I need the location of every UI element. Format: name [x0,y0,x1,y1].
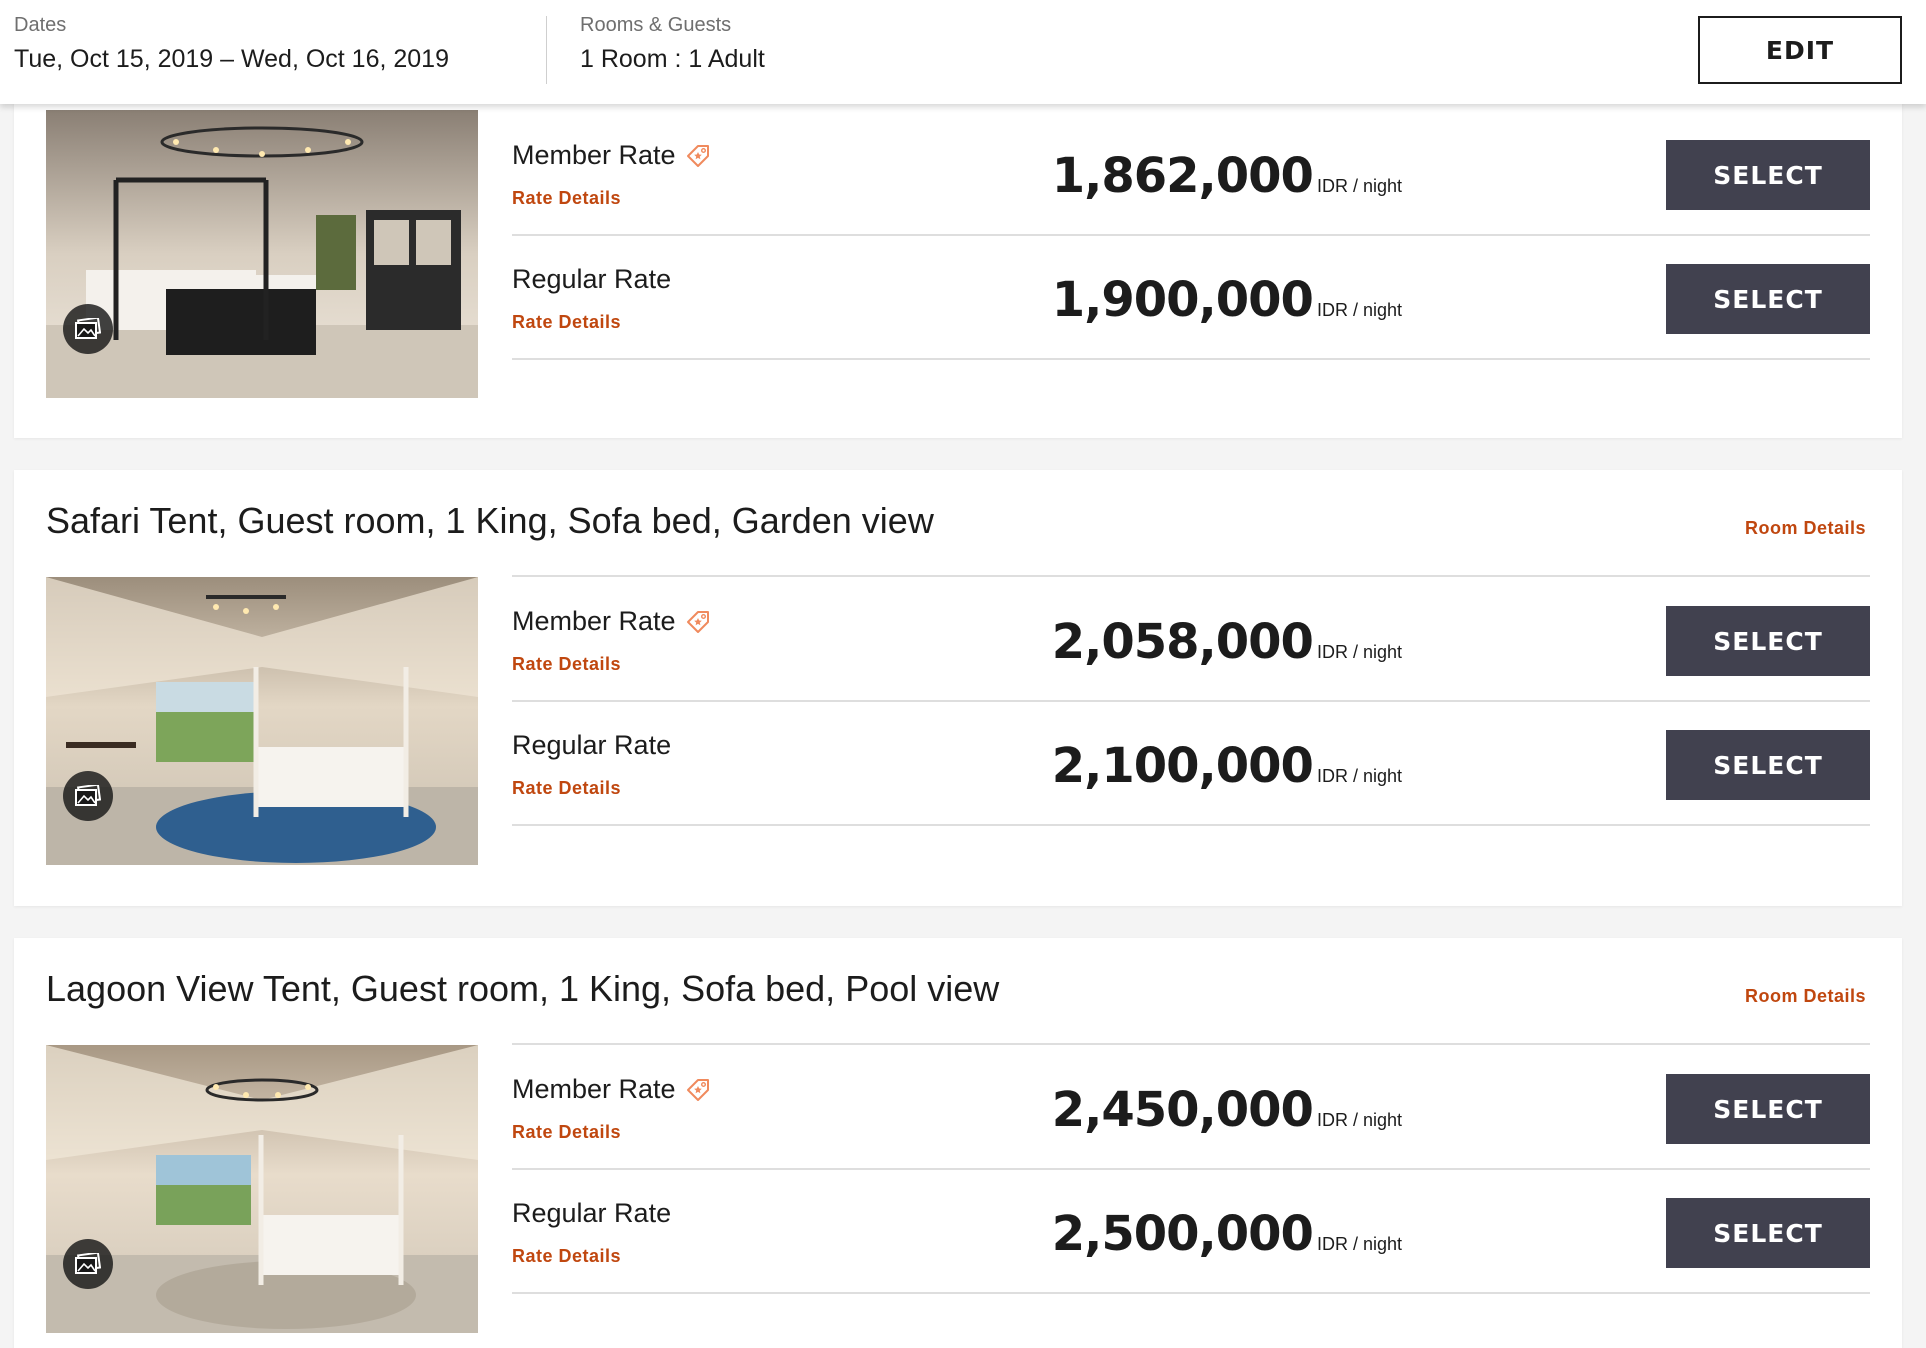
room-photo[interactable] [46,577,478,865]
photo-gallery-button[interactable] [63,771,113,821]
rooms-guests-field: Rooms & Guests 1 Room : 1 Adult [580,14,765,74]
rate-row-member: Member Rate Rate Details 1,862,000 IDR /… [512,112,1870,236]
price-unit: IDR / night [1316,1234,1402,1254]
room-photo-image [46,1045,478,1333]
price-amount: 2,100,000 [1051,738,1314,794]
rate-details-link[interactable]: Rate Details [512,188,621,209]
rate-details-link[interactable]: Rate Details [512,778,621,799]
rate-details-link[interactable]: Rate Details [512,1246,621,1267]
room-card: Safari Tent, Guest room, 1 King, Sofa be… [14,470,1902,906]
room-photo[interactable] [46,110,478,398]
price-amount: 2,500,000 [1051,1206,1314,1262]
price: 1,900,000 IDR / night [1052,272,1402,328]
gallery-icon [75,318,101,339]
price-unit: IDR / night [1316,300,1402,320]
gallery-icon [75,1253,101,1274]
rate-name-text: Regular Rate [512,730,672,760]
price-unit: IDR / night [1316,176,1402,196]
rate-details-link[interactable]: Rate Details [512,1122,621,1143]
price: 1,862,000 IDR / night [1052,148,1402,204]
search-summary-bar: Dates Tue, Oct 15, 2019 – Wed, Oct 16, 2… [0,0,1926,104]
member-tag-icon [686,1078,709,1101]
price-amount: 1,862,000 [1051,148,1314,204]
rate-name: Member Rate [512,606,712,637]
dates-label: Dates [14,14,67,36]
price: 2,500,000 IDR / night [1052,1206,1402,1262]
member-tag-icon [686,144,709,167]
select-button[interactable]: SELECT [1666,140,1870,210]
gallery-icon [75,785,101,806]
rate-row-regular: Regular Rate Rate Details 2,100,000 IDR … [512,702,1870,826]
rate-name: Member Rate [512,140,712,171]
select-button[interactable]: SELECT [1666,1198,1870,1268]
rate-name-text: Member Rate [512,1074,676,1104]
rate-name-text: Member Rate [512,140,676,170]
rate-row-regular: Regular Rate Rate Details 2,500,000 IDR … [512,1170,1870,1294]
rate-row-regular: Regular Rate Rate Details 1,900,000 IDR … [512,236,1870,360]
price-amount: 2,058,000 [1051,614,1314,670]
divider [546,16,547,84]
room-title: Lagoon View Tent, Guest room, 1 King, So… [46,968,1000,1009]
price-unit: IDR / night [1316,1110,1402,1130]
rate-name: Regular Rate [512,264,671,295]
dates-field: Dates Tue, Oct 15, 2019 – Wed, Oct 16, 2… [14,14,449,74]
rooms-guests-value: 1 Room : 1 Adult [580,45,765,73]
edit-button[interactable]: EDIT [1698,16,1902,84]
price-amount: 2,450,000 [1051,1082,1314,1138]
divider [512,1043,1870,1045]
room-details-link[interactable]: Room Details [1745,518,1866,539]
room-card: Lagoon View Tent, Guest room, 1 King, So… [14,938,1902,1348]
select-button[interactable]: SELECT [1666,1074,1870,1144]
room-photo-image [46,577,478,865]
room-photo[interactable] [46,1045,478,1333]
price-unit: IDR / night [1316,642,1402,662]
room-card: Member Rate Rate Details 1,862,000 IDR /… [14,100,1902,438]
photo-gallery-button[interactable] [63,304,113,354]
rate-details-link[interactable]: Rate Details [512,312,621,333]
price-unit: IDR / night [1316,766,1402,786]
room-details-link[interactable]: Room Details [1745,986,1866,1007]
price: 2,100,000 IDR / night [1052,738,1402,794]
rate-name: Regular Rate [512,730,671,761]
dates-value: Tue, Oct 15, 2019 – Wed, Oct 16, 2019 [14,45,449,73]
room-photo-image [46,110,478,398]
rate-row-member: Member Rate Rate Details 2,058,000 IDR /… [512,578,1870,702]
photo-gallery-button[interactable] [63,1239,113,1289]
rate-row-member: Member Rate Rate Details 2,450,000 IDR /… [512,1046,1870,1170]
price: 2,058,000 IDR / night [1052,614,1402,670]
select-button[interactable]: SELECT [1666,606,1870,676]
rate-name: Regular Rate [512,1198,671,1229]
select-button[interactable]: SELECT [1666,730,1870,800]
rate-details-link[interactable]: Rate Details [512,654,621,675]
member-tag-icon [686,610,709,633]
price: 2,450,000 IDR / night [1052,1082,1402,1138]
room-title: Safari Tent, Guest room, 1 King, Sofa be… [46,500,934,541]
divider [512,575,1870,577]
rate-name-text: Regular Rate [512,1198,672,1228]
rooms-guests-label: Rooms & Guests [580,14,732,36]
rate-name-text: Regular Rate [512,264,672,294]
price-amount: 1,900,000 [1051,272,1314,328]
rate-name: Member Rate [512,1074,712,1105]
select-button[interactable]: SELECT [1666,264,1870,334]
rate-name-text: Member Rate [512,606,676,636]
